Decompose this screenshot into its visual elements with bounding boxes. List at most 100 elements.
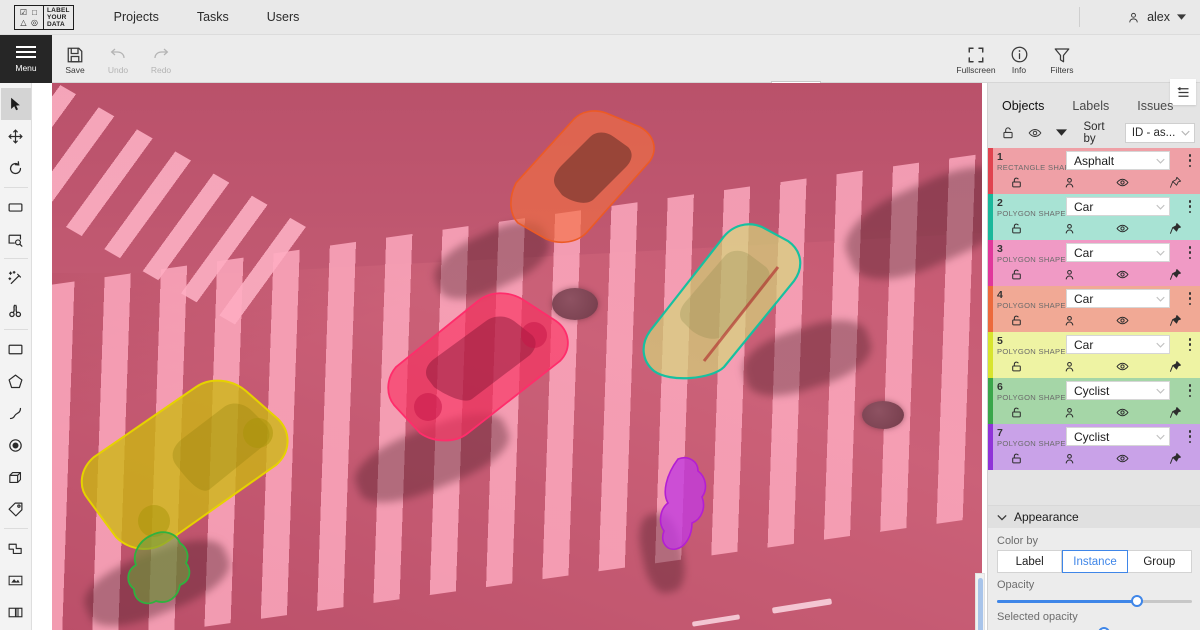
object-row[interactable]: 4 POLYGON SHAPE Car — [988, 286, 1200, 332]
mask-car-3[interactable] — [372, 283, 582, 453]
info-button[interactable]: Info — [998, 39, 1040, 81]
annotation-canvas[interactable] — [32, 83, 987, 630]
nav-tasks[interactable]: Tasks — [197, 10, 229, 24]
occluded-object-button[interactable] — [1059, 174, 1079, 190]
zoom-region-tool[interactable] — [1, 223, 31, 255]
object-row[interactable]: 2 POLYGON SHAPE Car — [988, 194, 1200, 240]
lock-object-button[interactable] — [1006, 450, 1026, 466]
mask-cyclist-6[interactable] — [118, 523, 218, 623]
user-menu[interactable]: alex — [1127, 10, 1186, 24]
object-row[interactable]: 6 POLYGON SHAPE Cyclist — [988, 378, 1200, 424]
tab-objects[interactable]: Objects — [988, 92, 1059, 120]
lock-all-icon[interactable] — [994, 122, 1021, 144]
nav-users[interactable]: Users — [267, 10, 300, 24]
pin-object-button[interactable] — [1166, 404, 1186, 420]
mask-cyclist-7[interactable] — [656, 453, 714, 563]
filters-button[interactable]: Filters — [1041, 39, 1083, 81]
occluded-object-button[interactable] — [1059, 404, 1079, 420]
hide-object-button[interactable] — [1113, 358, 1133, 374]
occluded-object-button[interactable] — [1059, 312, 1079, 328]
object-label-select[interactable]: Car — [1066, 335, 1170, 354]
lock-object-button[interactable] — [1006, 312, 1026, 328]
lock-object-button[interactable] — [1006, 266, 1026, 282]
polyline-tool[interactable] — [1, 397, 31, 429]
rectangle-tool[interactable] — [1, 333, 31, 365]
split-tool[interactable] — [1, 596, 31, 628]
redo-button[interactable]: Redo — [140, 39, 182, 81]
object-label-select[interactable]: Cyclist — [1066, 427, 1170, 446]
object-menu-button[interactable] — [1184, 244, 1196, 261]
magic-wand-tool[interactable] — [1, 262, 31, 294]
pin-object-button[interactable] — [1166, 220, 1186, 236]
occluded-object-button[interactable] — [1059, 266, 1079, 282]
menu-button[interactable]: Menu — [0, 35, 52, 83]
object-menu-button[interactable] — [1184, 152, 1196, 169]
object-menu-button[interactable] — [1184, 290, 1196, 307]
point-tool[interactable] — [1, 429, 31, 461]
color-by-group-option[interactable]: Group — [1127, 550, 1192, 573]
pin-object-button[interactable] — [1166, 450, 1186, 466]
scrollbar-thumb[interactable] — [978, 578, 983, 630]
object-menu-button[interactable] — [1184, 336, 1196, 353]
object-menu-button[interactable] — [1184, 382, 1196, 399]
pin-object-button[interactable] — [1166, 266, 1186, 282]
lock-object-button[interactable] — [1006, 174, 1026, 190]
save-button[interactable]: Save — [54, 39, 96, 81]
color-by-label-option[interactable]: Label — [997, 550, 1063, 573]
undo-button[interactable]: Undo — [97, 39, 139, 81]
object-row[interactable]: 1 RECTANGLE SHAPE Asphalt — [988, 148, 1200, 194]
appearance-header[interactable]: Appearance — [988, 506, 1200, 528]
eye-all-icon[interactable] — [1021, 122, 1048, 144]
color-by-instance-option[interactable]: Instance — [1062, 550, 1128, 573]
hide-object-button[interactable] — [1113, 174, 1133, 190]
occluded-object-button[interactable] — [1059, 358, 1079, 374]
hide-object-button[interactable] — [1113, 404, 1133, 420]
pin-object-button[interactable] — [1166, 312, 1186, 328]
merge-tool[interactable] — [1, 532, 31, 564]
object-label-select[interactable]: Car — [1066, 289, 1170, 308]
lock-object-button[interactable] — [1006, 358, 1026, 374]
hide-object-button[interactable] — [1113, 450, 1133, 466]
object-row[interactable]: 3 POLYGON SHAPE Car — [988, 240, 1200, 286]
fullscreen-button[interactable]: Fullscreen — [955, 39, 997, 81]
hide-object-button[interactable] — [1113, 312, 1133, 328]
cuboid-tool[interactable] — [1, 461, 31, 493]
lock-object-button[interactable] — [1006, 220, 1026, 236]
image-viewport[interactable] — [52, 83, 982, 630]
sort-select[interactable]: ID - as... — [1124, 123, 1195, 143]
pin-object-button[interactable] — [1166, 358, 1186, 374]
lock-object-button[interactable] — [1006, 404, 1026, 420]
hide-object-button[interactable] — [1113, 220, 1133, 236]
object-menu-button[interactable] — [1184, 428, 1196, 445]
scissors-tool[interactable] — [1, 294, 31, 326]
mask-car-2[interactable] — [612, 211, 812, 381]
cursor-tool[interactable] — [0, 88, 31, 120]
object-label-select[interactable]: Asphalt — [1066, 151, 1170, 170]
selected-opacity-slider[interactable] — [997, 626, 1192, 630]
move-tool[interactable] — [1, 120, 31, 152]
polygon-tool[interactable] — [1, 365, 31, 397]
rotate-tool[interactable] — [1, 152, 31, 184]
object-label-select[interactable]: Car — [1066, 243, 1170, 262]
object-list[interactable]: 1 RECTANGLE SHAPE Asphalt 2 POLYGON SHAPE Car… — [988, 148, 1200, 558]
occluded-object-button[interactable] — [1059, 220, 1079, 236]
opacity-slider[interactable] — [997, 594, 1192, 608]
object-menu-button[interactable] — [1184, 198, 1196, 215]
opacity-slider-knob[interactable] — [1131, 595, 1144, 607]
tab-issues[interactable]: Issues — [1123, 92, 1187, 120]
image-select-tool[interactable] — [1, 564, 31, 596]
nav-projects[interactable]: Projects — [114, 10, 159, 24]
object-row[interactable]: 7 POLYGON SHAPE Cyclist — [988, 424, 1200, 470]
object-row[interactable]: 5 POLYGON SHAPE Car — [988, 332, 1200, 378]
tag-tool[interactable] — [1, 493, 31, 525]
object-label-select[interactable]: Car — [1066, 197, 1170, 216]
app-logo[interactable]: ☑ □ △ ◎ LABEL YOUR DATA — [14, 4, 74, 30]
hide-object-button[interactable] — [1113, 266, 1133, 282]
pin-object-button[interactable] — [1166, 174, 1186, 190]
object-label-select[interactable]: Cyclist — [1066, 381, 1170, 400]
tab-labels[interactable]: Labels — [1058, 92, 1123, 120]
sidebar-chevron-down-icon[interactable] — [1048, 122, 1075, 144]
occluded-object-button[interactable] — [1059, 450, 1079, 466]
vertical-scrollbar[interactable] — [975, 573, 985, 630]
fit-tool[interactable] — [1, 191, 31, 223]
